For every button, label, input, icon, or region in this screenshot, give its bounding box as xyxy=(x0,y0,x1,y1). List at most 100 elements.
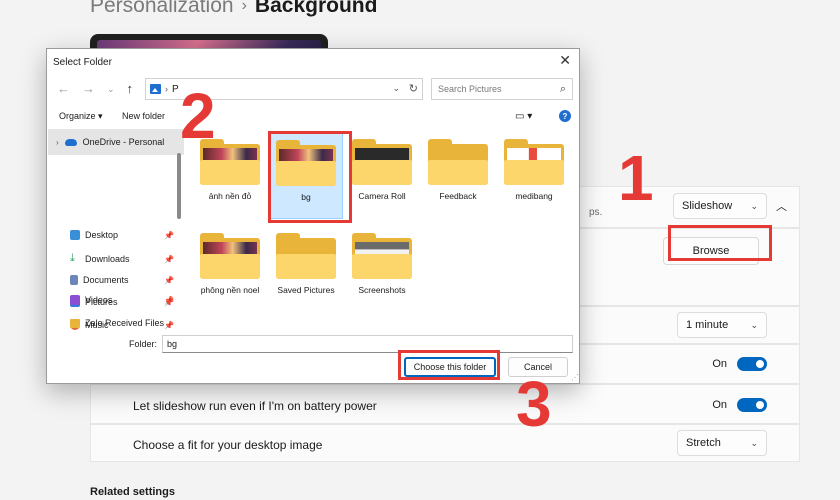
dialog-title: Select Folder xyxy=(53,57,112,68)
video-icon xyxy=(70,295,80,305)
sidebar-item-documents[interactable]: Documents 📌 xyxy=(70,275,180,285)
folder-icon xyxy=(352,233,412,279)
document-icon xyxy=(70,275,78,285)
sidebar-item-label: Downloads xyxy=(85,254,130,264)
new-folder-button[interactable]: New folder xyxy=(122,111,165,121)
address-path: P xyxy=(172,83,179,95)
bg-folder-highlight xyxy=(268,131,352,223)
shuffle-state: On xyxy=(712,358,727,370)
change-every-dropdown[interactable]: 1 minute ⌄ xyxy=(677,312,767,338)
folder-name: Feedback xyxy=(439,191,477,201)
folder-name: Saved Pictures xyxy=(277,285,335,295)
recent-chevron-icon[interactable]: ⌄ xyxy=(107,81,115,96)
sidebar-item-onedrive[interactable]: › OneDrive - Personal xyxy=(48,129,184,155)
sidebar-item-label: Zalo Received Files xyxy=(85,318,165,328)
chevron-right-icon[interactable]: › xyxy=(165,84,168,94)
chevron-down-icon: ⌄ xyxy=(750,437,758,448)
resize-grip-icon[interactable]: ⋰ xyxy=(571,373,579,382)
fit-dropdown[interactable]: Stretch ⌄ xyxy=(677,430,767,456)
forward-arrow-icon[interactable]: → xyxy=(82,81,95,96)
pin-icon: 📌 xyxy=(164,275,174,285)
sidebar-item-zalo[interactable]: Zalo Received Files xyxy=(70,318,182,328)
fit-row: Choose a fit for your desktop image Stre… xyxy=(90,424,800,462)
folder-name: Screenshots xyxy=(358,285,406,295)
up-arrow-icon[interactable]: ↑ xyxy=(127,81,134,96)
battery-toggle[interactable] xyxy=(737,398,767,412)
folder-item[interactable]: Feedback xyxy=(421,131,495,219)
chevron-right-icon[interactable]: › xyxy=(56,138,59,147)
desktop-icon xyxy=(70,230,80,240)
battery-row: Let slideshow run even if I'm on battery… xyxy=(90,384,800,424)
sidebar-item-downloads[interactable]: ⤓ Downloads 📌 xyxy=(70,253,180,265)
organize-button[interactable]: Organize ▾ xyxy=(59,111,103,122)
folder-name-input[interactable]: bg xyxy=(162,335,573,353)
folder-item[interactable]: Screenshots xyxy=(345,225,419,313)
folder-name: phông nền noel xyxy=(200,285,260,295)
choose-button-highlight xyxy=(398,350,500,380)
breadcrumb-parent[interactable]: Personalization xyxy=(90,0,234,17)
toggle-knob xyxy=(756,360,764,368)
annotation-step-2: 2 xyxy=(180,80,216,152)
shuffle-toggle[interactable] xyxy=(737,357,767,371)
folder-icon xyxy=(70,318,80,328)
change-every-value: 1 minute xyxy=(686,319,729,331)
pin-icon: 📌 xyxy=(164,295,174,305)
search-placeholder: Search Pictures xyxy=(438,84,502,94)
onedrive-label: OneDrive - Personal xyxy=(82,137,165,147)
cloud-icon xyxy=(64,138,77,146)
breadcrumb-separator: › xyxy=(241,0,247,14)
chevron-down-icon: ⌄ xyxy=(750,200,758,211)
folder-item[interactable]: Saved Pictures xyxy=(269,225,343,313)
background-type-dropdown[interactable]: Slideshow ⌄ xyxy=(673,193,767,219)
background-type-desc: ps. xyxy=(589,207,603,218)
breadcrumb: Personalization › Background xyxy=(90,0,377,18)
annotation-step-3: 3 xyxy=(516,368,552,440)
background-type-value: Slideshow xyxy=(682,200,733,212)
folder-item[interactable]: phông nền noel xyxy=(193,225,267,313)
folder-name: Camera Roll xyxy=(358,191,406,201)
chevron-down-icon: ⌄ xyxy=(750,319,758,330)
help-icon[interactable]: ? xyxy=(559,110,571,122)
toggle-knob xyxy=(756,401,764,409)
pin-icon: 📌 xyxy=(164,230,174,240)
sidebar-item-desktop[interactable]: Desktop 📌 xyxy=(70,230,180,240)
nav-buttons: ← → ⌄ ↑ xyxy=(57,81,133,96)
folder-label: Folder: xyxy=(129,339,158,349)
download-icon: ⤓ xyxy=(70,252,75,264)
address-dropdown-icon[interactable]: ⌄ xyxy=(392,83,400,94)
pictures-icon xyxy=(150,84,161,94)
folder-icon xyxy=(200,233,260,279)
chevron-up-icon[interactable]: ︿ xyxy=(776,198,787,214)
folder-icon xyxy=(504,139,564,185)
browse-highlight xyxy=(668,225,772,261)
page-title: Background xyxy=(254,0,378,17)
folder-name: ảnh nền đỏ xyxy=(208,191,252,201)
search-box[interactable]: Search Pictures ⌕ xyxy=(431,78,573,100)
folder-icon xyxy=(276,233,336,279)
folder-name: medibang xyxy=(515,191,553,201)
sidebar-item-label: Documents xyxy=(83,275,129,285)
close-icon[interactable]: ✕ xyxy=(559,52,571,69)
view-options-icon[interactable]: ▭ ▾ xyxy=(515,111,532,122)
battery-toggle-wrap: On xyxy=(712,398,767,412)
refresh-icon[interactable]: ↻ xyxy=(409,82,418,95)
back-arrow-icon[interactable]: ← xyxy=(57,81,70,96)
fit-label: Choose a fit for your desktop image xyxy=(133,438,323,452)
shuffle-toggle-wrap: On xyxy=(712,357,767,371)
battery-state: On xyxy=(712,399,727,411)
pin-icon: 📌 xyxy=(164,254,174,264)
fit-value: Stretch xyxy=(686,437,721,449)
dialog-toolbar: Organize ▾ New folder ▭ ▾ ? xyxy=(59,110,571,127)
sidebar-item-label: Desktop xyxy=(85,230,119,240)
sidebar-item-label: Videos xyxy=(85,295,113,305)
folder-item[interactable]: medibang xyxy=(497,131,571,219)
battery-label: Let slideshow run even if I'm on battery… xyxy=(133,399,377,413)
related-settings-heading: Related settings xyxy=(90,486,175,498)
sidebar-item-videos[interactable]: Videos 📌 xyxy=(70,295,180,305)
folder-item[interactable]: Camera Roll xyxy=(345,131,419,219)
file-grid: ảnh nền đỏ bg Camera Roll Feedback medibang p… xyxy=(193,131,577,331)
search-icon: ⌕ xyxy=(559,83,566,95)
folder-icon xyxy=(428,139,488,185)
folder-icon xyxy=(352,139,412,185)
nav-scrollbar[interactable] xyxy=(177,153,181,219)
